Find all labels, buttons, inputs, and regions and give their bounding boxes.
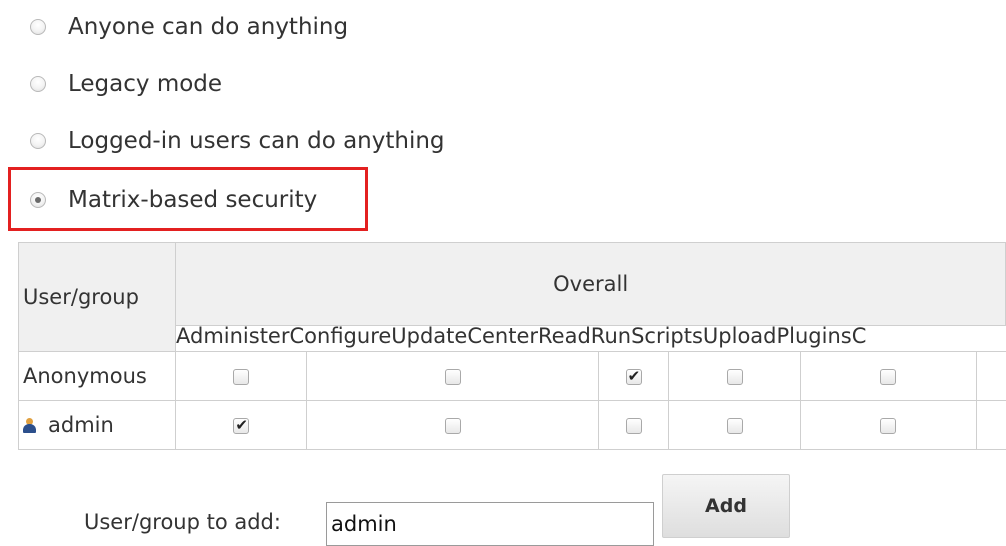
radio-label: Legacy mode bbox=[68, 71, 223, 97]
radio-option-anyone[interactable]: Anyone can do anything bbox=[30, 10, 348, 44]
add-user-label: User/group to add: bbox=[84, 510, 281, 534]
permission-names-row: AdministerConfigureUpdateCenterReadRunSc… bbox=[176, 322, 866, 350]
radio-button[interactable] bbox=[30, 133, 46, 149]
permission-checkbox-upload-plugins[interactable] bbox=[880, 369, 897, 385]
perm-run-scripts: RunScripts bbox=[590, 324, 703, 348]
row-user: admin bbox=[17, 400, 177, 450]
radio-option-logged-in[interactable]: Logged-in users can do anything bbox=[30, 124, 445, 158]
user-group-column-header: User/group bbox=[17, 242, 177, 352]
permission-checkbox-read[interactable] bbox=[625, 418, 642, 434]
permission-checkbox-run-scripts[interactable] bbox=[726, 369, 743, 385]
table-row: admin bbox=[17, 400, 1006, 450]
highlight-box bbox=[8, 167, 368, 231]
radio-button[interactable] bbox=[30, 76, 46, 92]
permission-checkbox-administer[interactable] bbox=[233, 416, 250, 434]
radio-label: Anyone can do anything bbox=[68, 14, 349, 40]
perm-administer: Administer bbox=[176, 324, 290, 348]
row-user-name: admin bbox=[48, 413, 114, 437]
perm-configure-update-center: ConfigureUpdateCenter bbox=[289, 324, 539, 348]
radio-option-legacy[interactable]: Legacy mode bbox=[30, 67, 222, 101]
permission-checkbox-administer[interactable] bbox=[233, 369, 250, 385]
user-icon bbox=[23, 418, 36, 433]
permission-checkbox-configure-update-center[interactable] bbox=[444, 369, 461, 385]
permission-checkbox-upload-plugins[interactable] bbox=[880, 418, 897, 434]
permission-checkbox-configure-update-center[interactable] bbox=[444, 418, 461, 434]
perm-read: Read bbox=[538, 324, 591, 348]
radio-button[interactable] bbox=[30, 19, 46, 35]
perm-upload-plugins: UploadPlugins bbox=[702, 324, 852, 348]
permission-checkbox-read[interactable] bbox=[625, 367, 642, 385]
add-button[interactable]: Add bbox=[662, 474, 790, 538]
overall-group-header: Overall bbox=[175, 241, 1006, 327]
perm-overflow: C bbox=[851, 324, 867, 348]
add-user-input[interactable] bbox=[326, 502, 654, 546]
row-user-name: Anonymous bbox=[17, 351, 177, 401]
permission-checkbox-run-scripts[interactable] bbox=[726, 418, 743, 434]
radio-label: Logged-in users can do anything bbox=[68, 128, 445, 154]
table-row: Anonymous bbox=[17, 351, 1006, 401]
